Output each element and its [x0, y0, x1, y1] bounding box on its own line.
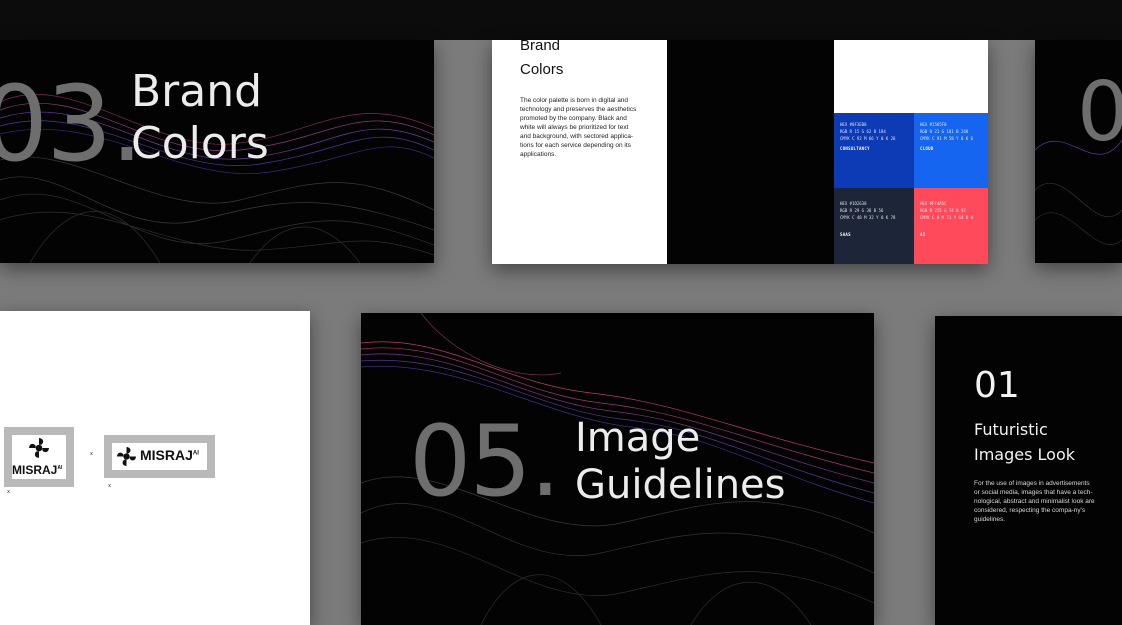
logo-text: MISRAJ [140, 447, 193, 463]
palette-description: The color palette is born in digital and… [520, 97, 637, 158]
swatch-ai: HEX #FF4A5C RGB R 255 G 74 B 92 CMYK C 0… [914, 188, 988, 264]
swatch-code-line: RGB R 29 G 38 B 56 [840, 208, 884, 213]
measure-mark: x [90, 451, 93, 457]
logo-text: MISRAJ [12, 463, 58, 477]
section-title: Image Guidelines [575, 415, 786, 509]
swatch-code-line: RGB R 255 G 74 B 92 [920, 208, 966, 213]
swatch-code-line: CMYK C 91 M 58 Y 0 K 6 [920, 136, 973, 141]
subsection-title: Futuristic Images Look [974, 420, 1076, 464]
slide-brand-colors-palette[interactable]: Brand Colors The color palette is born i… [492, 40, 988, 264]
swatch-code-line: HEX #1565F0 [920, 122, 947, 127]
logo-mark-icon [117, 447, 136, 466]
swatch-code-line: HEX #0F3EB8 [840, 122, 867, 127]
slide-logo-clearspace[interactable]: MISRAJAI x x MISRAJAI x [0, 311, 310, 625]
logo-clearspace-horizontal: MISRAJAI [104, 435, 215, 478]
section-number: 03. [0, 63, 143, 185]
swatch-code-line: CMYK C 48 M 32 Y 0 K 78 [840, 215, 896, 220]
swatch-name: CONSULTANCY [840, 146, 870, 151]
slide-partial-next[interactable]: 0 [1035, 40, 1122, 263]
logo-suffix: AI [192, 450, 199, 457]
measure-mark: x [7, 489, 10, 495]
swatch-consultancy: HEX #0F3EB8 RGB R 15 G 62 B 184 CMYK C 9… [834, 113, 914, 188]
swatch-code-line: RGB R 15 G 62 B 184 [840, 129, 886, 134]
swatch-code-line: HEX #1D2638 [840, 201, 867, 206]
slide-brand-colors-title[interactable]: 03. Brand Colors [0, 40, 434, 263]
swatch-code-line: HEX #FF4A5C [920, 201, 947, 206]
subsection-number: 01 [974, 365, 1020, 406]
white-swatch [834, 40, 988, 113]
section-number: 05. [409, 405, 561, 519]
swatch-code-line: CMYK C 0 M 71 Y 64 K 0 [920, 215, 973, 220]
slide-image-guidelines-title[interactable]: 05. Image Guidelines [361, 313, 874, 625]
measure-mark: x [108, 483, 111, 489]
top-bar [0, 0, 1122, 40]
logo-wordmark: MISRAJAI [12, 463, 62, 477]
section-number: 0 [1077, 65, 1122, 160]
swatch-name: CLOUD [920, 146, 934, 151]
slide-futuristic-images[interactable]: 01 Futuristic Images Look For the use of… [935, 316, 1122, 625]
swatch-saas: HEX #1D2638 RGB R 29 G 38 B 56 CMYK C 48… [834, 188, 914, 264]
logo-suffix: AI [57, 465, 63, 471]
logo-clearspace-vertical: MISRAJAI [4, 427, 74, 487]
text-panel: Brand Colors The color palette is born i… [492, 40, 667, 264]
logo-mark-icon [29, 438, 49, 458]
palette-heading: Brand Colors [520, 40, 564, 78]
logo-wordmark: MISRAJAI [140, 447, 199, 463]
swatch-name: AI [920, 232, 926, 237]
swatch-code-line: RGB R 21 G 101 B 240 [920, 129, 969, 134]
swatch-code-line: CMYK C 92 M 66 Y 0 K 28 [840, 136, 896, 141]
swatch-cloud: HEX #1565F0 RGB R 21 G 101 B 240 CMYK C … [914, 113, 988, 188]
swatch-name: SAAS [840, 232, 851, 237]
subsection-description: For the use of images in advertisements … [974, 480, 1095, 523]
section-title: Brand Colors [131, 66, 269, 169]
